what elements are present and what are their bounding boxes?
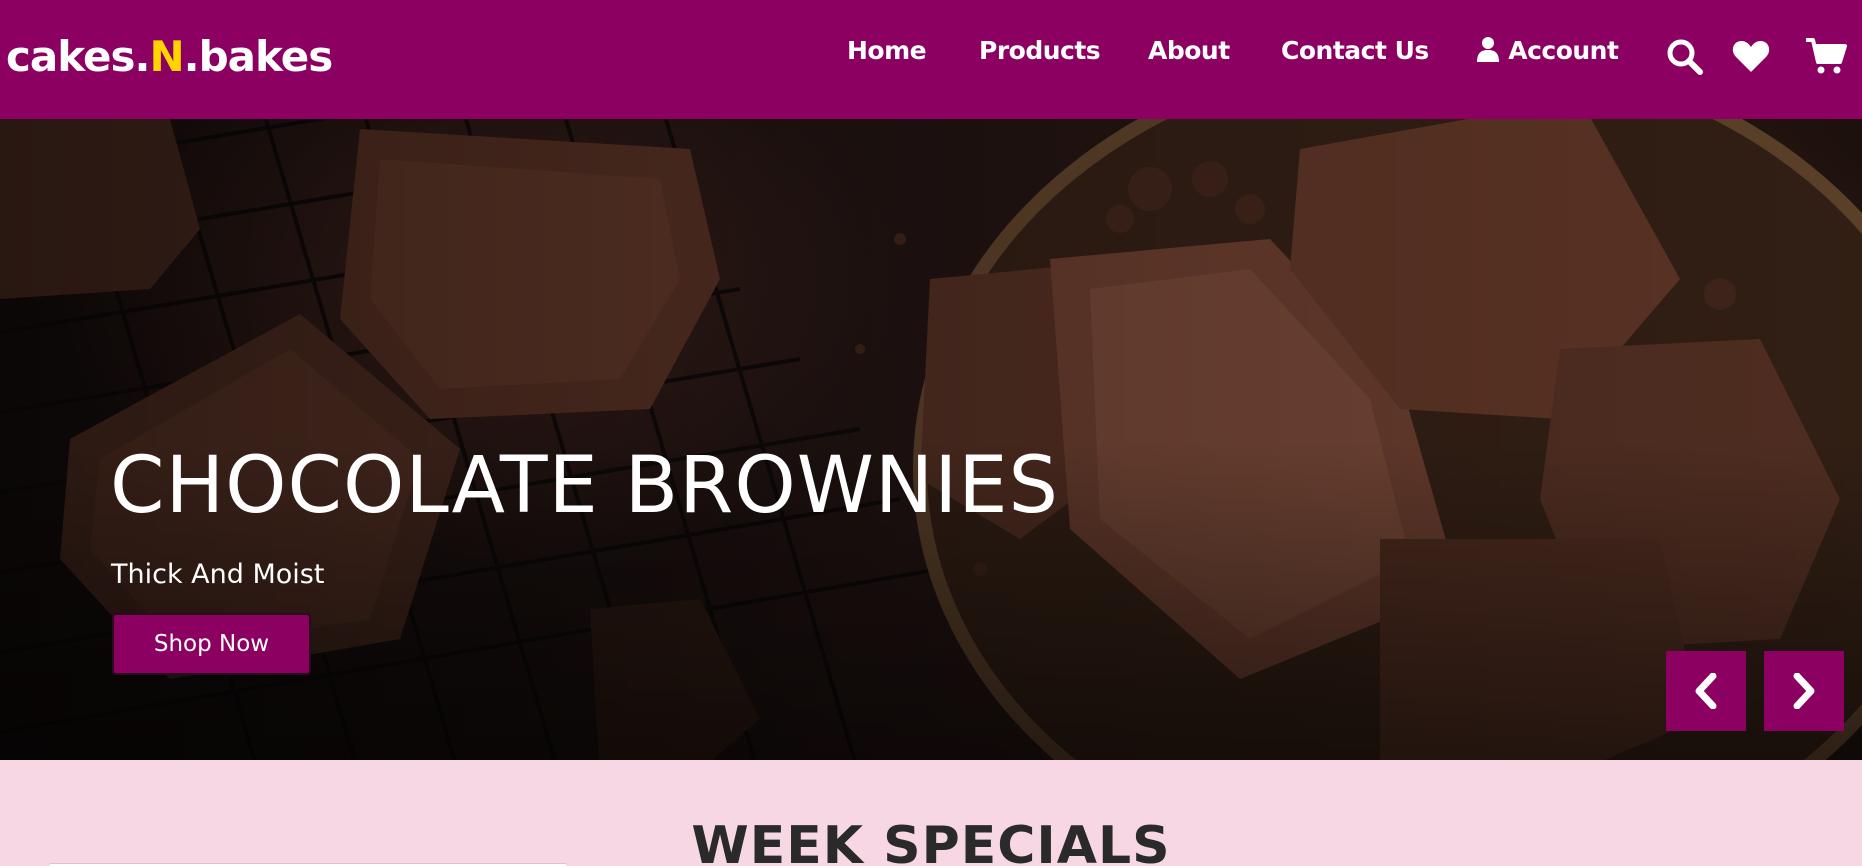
shop-now-button[interactable]: Shop Now bbox=[112, 613, 311, 675]
nav-home[interactable]: Home bbox=[847, 36, 927, 65]
nav-account[interactable]: Account bbox=[1476, 36, 1619, 65]
search-icon[interactable] bbox=[1666, 38, 1704, 80]
heart-icon[interactable] bbox=[1732, 39, 1770, 77]
nav-products[interactable]: Products bbox=[979, 36, 1101, 65]
week-specials-section: WEEK SPECIALS bbox=[0, 760, 1862, 866]
nav-contact[interactable]: Contact Us bbox=[1281, 36, 1429, 65]
chevron-right-icon bbox=[1793, 673, 1815, 709]
hero-subtitle: Thick And Moist bbox=[111, 559, 325, 590]
logo-text-cakes: cakes. bbox=[6, 32, 150, 81]
chevron-left-icon bbox=[1695, 673, 1717, 709]
hero-title: CHOCOLATE BROWNIES bbox=[110, 441, 1060, 531]
user-icon bbox=[1477, 37, 1499, 62]
week-specials-title: WEEK SPECIALS bbox=[691, 816, 1171, 866]
hero-banner: CHOCOLATE BROWNIES Thick And Moist Shop … bbox=[0, 119, 1862, 760]
site-logo[interactable]: cakes.N.bakes bbox=[6, 32, 334, 81]
nav-account-label: Account bbox=[1508, 36, 1619, 65]
logo-text-n: N bbox=[149, 32, 184, 81]
cart-icon[interactable] bbox=[1805, 37, 1847, 79]
nav-about[interactable]: About bbox=[1148, 36, 1230, 65]
logo-text-bakes: .bakes bbox=[183, 32, 334, 81]
carousel-next-button[interactable] bbox=[1764, 651, 1844, 731]
carousel-prev-button[interactable] bbox=[1666, 651, 1746, 731]
site-header: cakes.N.bakes Home Products About Contac… bbox=[0, 0, 1862, 119]
